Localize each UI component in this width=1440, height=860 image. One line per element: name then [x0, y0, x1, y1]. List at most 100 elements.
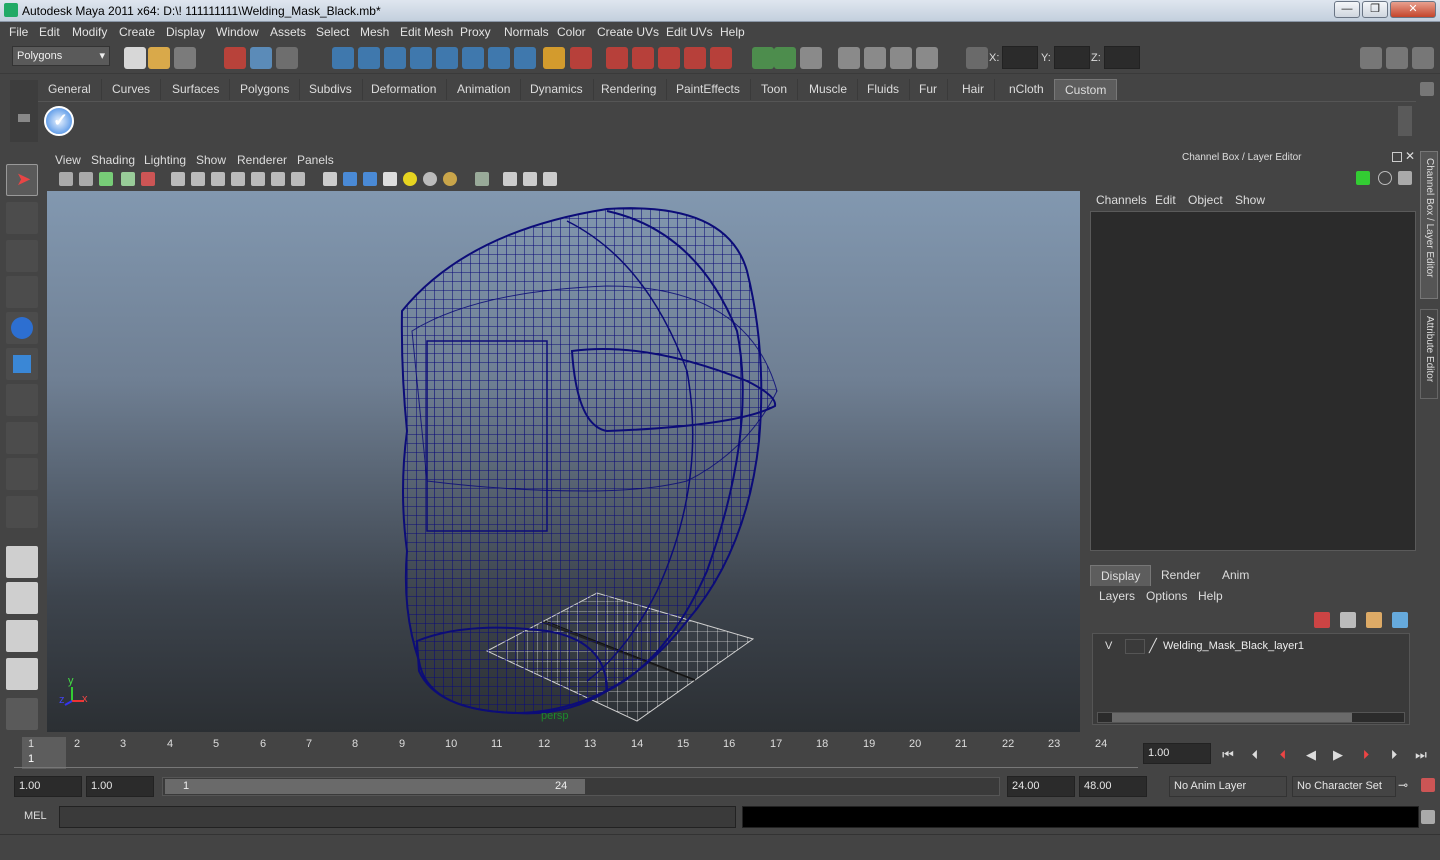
start-time-field[interactable]: 1.00 — [14, 776, 82, 797]
menu-help[interactable]: Help — [720, 25, 745, 39]
menu-select[interactable]: Select — [316, 25, 349, 39]
perspective-viewport[interactable]: y x z persp — [47, 191, 1080, 732]
menu-edit-uvs[interactable]: Edit UVs — [666, 25, 713, 39]
menu-assets[interactable]: Assets — [270, 25, 306, 39]
select-deformations-icon[interactable] — [436, 47, 458, 69]
soft-modification-icon[interactable] — [6, 422, 38, 454]
render-current-frame-icon[interactable] — [864, 47, 886, 69]
shelf-tab-surfaces[interactable]: Surfaces — [162, 79, 231, 100]
viewport-menu-shading[interactable]: Shading — [91, 153, 135, 167]
shelf-tab-painteffects[interactable]: PaintEffects — [666, 79, 751, 100]
select-by-hierarchy-icon[interactable] — [224, 47, 246, 69]
save-scene-icon[interactable] — [174, 47, 196, 69]
select-misc-icon[interactable] — [514, 47, 536, 69]
select-tool-icon[interactable]: ➤ — [6, 164, 38, 196]
menu-edit[interactable]: Edit — [39, 25, 60, 39]
image-plane-icon[interactable] — [121, 172, 135, 186]
menu-color[interactable]: Color — [557, 25, 586, 39]
time-slider[interactable]: 1 2 3 4 5 6 7 8 9 10 11 12 13 14 15 16 1… — [14, 737, 1138, 769]
layer-menu-layers[interactable]: Layers — [1099, 589, 1135, 603]
layer-tab-display[interactable]: Display — [1090, 565, 1152, 586]
safe-action-icon[interactable] — [543, 172, 557, 186]
layer-row[interactable]: V ╱ Welding_Mask_Black_layer1 — [1097, 638, 1407, 656]
layer-menu-help[interactable]: Help — [1198, 589, 1223, 603]
default-light-icon[interactable] — [403, 172, 417, 186]
channel-box-panel[interactable] — [1090, 211, 1416, 551]
channel-box-menu-channels[interactable]: Channels — [1096, 193, 1147, 207]
shelf-tab-polygons[interactable]: Polygons — [230, 79, 301, 100]
tool-settings-icon[interactable] — [1386, 47, 1408, 69]
viewport-menu-panels[interactable]: Panels — [297, 153, 334, 167]
shelf-tab-curves[interactable]: Curves — [102, 79, 162, 100]
layer-tab-render[interactable]: Render — [1151, 565, 1210, 586]
four-pane-layout-icon[interactable] — [6, 582, 38, 614]
new-layer-icon[interactable] — [1366, 612, 1382, 628]
scale-tool-icon[interactable] — [6, 348, 38, 380]
smooth-shade-icon[interactable] — [191, 172, 205, 186]
shelf-tab-general[interactable]: General — [38, 79, 102, 100]
range-slider-bar[interactable]: 1 24 — [165, 779, 585, 794]
step-forward-frame-icon[interactable]: ⏵ — [1384, 746, 1404, 764]
menu-mesh[interactable]: Mesh — [360, 25, 389, 39]
move-tool-icon[interactable] — [6, 276, 38, 308]
pick-icon[interactable] — [1398, 171, 1412, 185]
z-field[interactable] — [1104, 46, 1140, 69]
step-back-frame-icon[interactable]: ⏴ — [1245, 746, 1265, 764]
resolution-gate-icon[interactable] — [523, 172, 537, 186]
shelf-tab-dynamics[interactable]: Dynamics — [520, 79, 594, 100]
channel-box-menu-object[interactable]: Object — [1188, 193, 1223, 207]
go-to-start-icon[interactable]: ⏮ — [1218, 746, 1238, 764]
select-dynamics-icon[interactable] — [462, 47, 484, 69]
xray-joints-icon[interactable] — [363, 172, 377, 186]
text-icon[interactable] — [291, 172, 305, 186]
play-backward-icon[interactable]: ◀ — [1301, 746, 1321, 764]
select-by-component-icon[interactable] — [276, 47, 298, 69]
shelf-tab-custom[interactable]: Custom — [1054, 79, 1118, 100]
float-panel-icon[interactable] — [1392, 152, 1402, 162]
shelf-tab-fur[interactable]: Fur — [909, 79, 948, 100]
script-language-label[interactable]: MEL — [24, 810, 47, 822]
shelf-tab-deformation[interactable]: Deformation — [361, 79, 448, 100]
outliner-layout-icon[interactable] — [6, 620, 38, 652]
shelf-tab-muscle[interactable]: Muscle — [799, 79, 859, 100]
shelf-tab-subdivs[interactable]: Subdivs — [299, 79, 363, 100]
new-layer-selected-icon[interactable] — [1392, 612, 1408, 628]
channel-box-icon[interactable] — [1412, 47, 1434, 69]
make-live-icon[interactable] — [710, 47, 732, 69]
layer-scrollbar[interactable] — [1097, 712, 1405, 723]
menu-normals[interactable]: Normals — [504, 25, 549, 39]
shadow-icon[interactable] — [423, 172, 437, 186]
current-time-field[interactable]: 1.00 — [1143, 743, 1211, 764]
menu-display[interactable]: Display — [166, 25, 205, 39]
attribute-editor-icon[interactable] — [1360, 47, 1382, 69]
playback-end-field[interactable]: 24.00 — [1007, 776, 1075, 797]
construction-history-icon[interactable] — [800, 47, 822, 69]
paint-select-tool-icon[interactable] — [6, 240, 38, 272]
viewport-menu-renderer[interactable]: Renderer — [237, 153, 287, 167]
shelf-tab-ncloth[interactable]: nCloth — [999, 79, 1055, 100]
rotate-icon[interactable] — [1378, 171, 1392, 185]
menu-set-dropdown[interactable]: Polygons ▾ — [12, 46, 110, 66]
shelf-tab-fluids[interactable]: Fluids — [857, 79, 911, 100]
select-joints-icon[interactable] — [358, 47, 380, 69]
select-handles-icon[interactable] — [332, 47, 354, 69]
end-time-field[interactable]: 48.00 — [1079, 776, 1147, 797]
menu-create[interactable]: Create — [119, 25, 155, 39]
attribute-editor-side-tab[interactable]: Attribute Editor — [1420, 309, 1438, 399]
graph-editor-layout-icon[interactable] — [6, 658, 38, 690]
viewport-menu-view[interactable]: View — [55, 153, 81, 167]
input-history-icon[interactable] — [752, 47, 774, 69]
step-back-key-icon[interactable]: ⏴ — [1273, 746, 1293, 764]
use-all-lights-icon[interactable] — [271, 172, 285, 186]
render-view-icon[interactable] — [838, 47, 860, 69]
shelf-tab-animation[interactable]: Animation — [447, 79, 522, 100]
animation-preferences-icon[interactable] — [1421, 778, 1435, 792]
layer-tab-anim[interactable]: Anim — [1212, 565, 1259, 586]
camera-select-icon[interactable] — [59, 172, 73, 186]
bounding-box-icon[interactable] — [231, 172, 245, 186]
last-used-tool-icon[interactable] — [6, 496, 38, 528]
play-forward-icon[interactable]: ▶ — [1328, 746, 1348, 764]
custom-shelf-checkmark-icon[interactable]: ✓ — [44, 106, 74, 136]
layer-menu-options[interactable]: Options — [1146, 589, 1187, 603]
bookmark-icon[interactable] — [99, 172, 113, 186]
